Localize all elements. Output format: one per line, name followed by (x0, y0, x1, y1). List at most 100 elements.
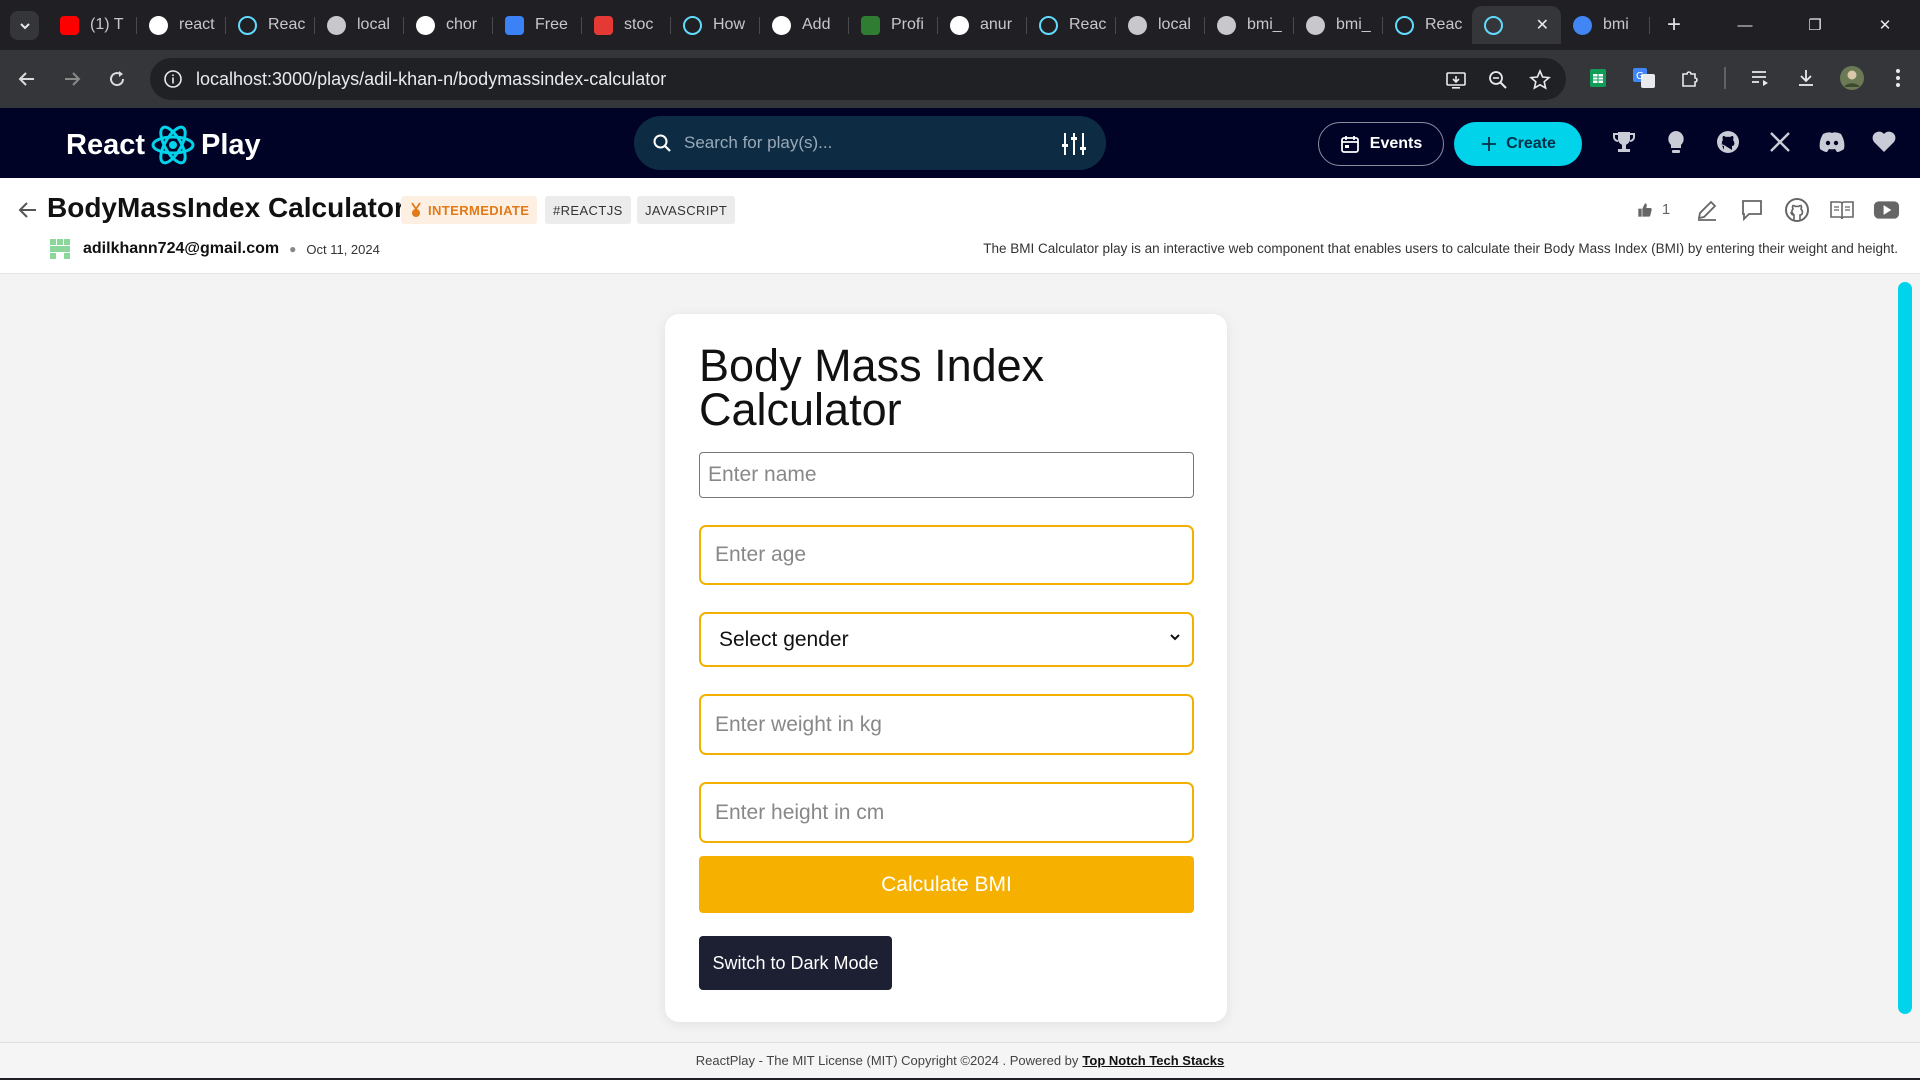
comment-icon[interactable] (1738, 196, 1765, 223)
browser-tab[interactable]: bmi_ (1294, 6, 1383, 44)
github-icon (149, 15, 168, 35)
restore-button[interactable]: ❐ (1780, 0, 1850, 50)
react-icon (1395, 15, 1414, 35)
play-search-bar[interactable]: Search for play(s)... (634, 116, 1106, 170)
browser-tab[interactable]: bmi_ (1205, 6, 1294, 44)
tab-title: bmi_ (1247, 16, 1282, 33)
react-atom-icon (151, 125, 195, 165)
play-title: BodyMassIndex Calculator (47, 192, 405, 223)
author-info: adilkhann724@gmail.com ● Oct 11, 2024 (47, 236, 380, 262)
age-input[interactable]: Enter age (699, 525, 1194, 585)
scrollbar-thumb[interactable] (1898, 282, 1912, 1014)
close-tab-icon[interactable]: ✕ (1536, 15, 1549, 35)
browser-tab[interactable]: ✕ (1472, 6, 1561, 44)
globe-icon (1128, 15, 1147, 35)
browser-tab[interactable]: bmi (1561, 6, 1650, 44)
browser-tab[interactable]: local (1116, 6, 1205, 44)
browser-tab[interactable]: Reac (1027, 6, 1116, 44)
height-placeholder: Enter height in cm (715, 800, 885, 824)
browser-tab[interactable]: Add (760, 6, 849, 44)
install-app-icon[interactable] (1444, 68, 1468, 92)
tag-badge[interactable]: JAVASCRIPT (637, 196, 736, 224)
publish-date: Oct 11, 2024 (306, 241, 380, 257)
browser-tab[interactable]: anur (938, 6, 1027, 44)
gender-select[interactable]: Select gender (699, 612, 1194, 667)
back-button[interactable] (12, 64, 42, 94)
github-source-icon[interactable] (1783, 196, 1810, 223)
reload-icon (110, 71, 125, 87)
age-placeholder: Enter age (715, 543, 807, 566)
heart-icon[interactable] (1870, 128, 1898, 156)
back-arrow-icon[interactable] (16, 198, 40, 222)
browser-tab[interactable]: Profi (849, 6, 938, 44)
close-window-button[interactable]: ✕ (1850, 0, 1920, 50)
height-input[interactable]: Enter height in cm (699, 782, 1194, 843)
discord-icon[interactable] (1818, 128, 1846, 156)
zoom-icon[interactable] (1486, 68, 1510, 92)
browser-tab[interactable]: local (315, 6, 404, 44)
filter-sliders-icon[interactable] (1060, 130, 1088, 158)
tab-title: bmi_ (1336, 16, 1371, 33)
google-icon (1573, 15, 1592, 35)
browser-tab[interactable]: How (671, 6, 760, 44)
profile-avatar-icon[interactable] (1838, 64, 1866, 92)
footer-text: ReactPlay - The MIT License (MIT) Copyri… (695, 1053, 1079, 1068)
new-tab-button[interactable]: + (1656, 7, 1692, 43)
youtube-video-icon[interactable] (1873, 196, 1900, 223)
minimize-button[interactable]: — (1710, 0, 1780, 50)
sheets-extension-icon[interactable] (1584, 64, 1612, 92)
extensions-puzzle-icon[interactable] (1676, 64, 1704, 92)
bookmark-star-icon[interactable] (1528, 68, 1552, 92)
browser-tab[interactable]: chor (404, 6, 493, 44)
reload-button[interactable] (102, 64, 132, 94)
weight-input[interactable]: Enter weight in kg (699, 694, 1194, 755)
browser-tab[interactable]: Reac (226, 6, 315, 44)
browser-tab[interactable]: stoc (582, 6, 671, 44)
idea-bulb-icon[interactable] (1662, 128, 1690, 156)
address-bar[interactable]: localhost:3000/plays/adil-khan-n/bodymas… (150, 58, 1566, 100)
name-placeholder: Enter name (708, 463, 817, 486)
plus-icon (1482, 137, 1497, 151)
react-icon (1039, 15, 1058, 35)
level-label: INTERMEDIATE (428, 202, 530, 218)
translate-extension-icon[interactable]: G (1630, 64, 1658, 92)
site-info-icon[interactable] (158, 64, 188, 94)
globe-icon (327, 15, 346, 35)
bmi-calculator-card: Body Mass Index Calculator Enter name En… (665, 314, 1227, 1022)
events-button[interactable]: Events (1318, 122, 1444, 166)
edit-pencil-icon[interactable] (1693, 196, 1720, 223)
tab-title: local (357, 16, 390, 33)
download-icon[interactable] (1792, 64, 1820, 92)
tab-title: (1) T (90, 16, 124, 33)
forward-button[interactable] (57, 64, 87, 94)
github-icon[interactable] (1714, 128, 1742, 156)
browser-menu-icon[interactable] (1884, 64, 1912, 92)
browser-tab[interactable]: react (137, 6, 226, 44)
tab-list: (1) T react Reac local chor Free stoc How Add Pro… (48, 6, 1692, 44)
browser-tab[interactable]: (1) T (48, 6, 137, 44)
footer-link[interactable]: Top Notch Tech Stacks (1082, 1053, 1224, 1068)
name-input[interactable]: Enter name (699, 452, 1194, 498)
x-twitter-icon[interactable] (1766, 128, 1794, 156)
events-label: Events (1369, 135, 1423, 152)
profile-icon (861, 15, 880, 35)
author-avatar[interactable] (47, 236, 73, 262)
tab-title: anur (980, 16, 1013, 33)
create-button[interactable]: Create (1454, 122, 1582, 166)
tab-search-button[interactable] (10, 11, 39, 40)
trophy-icon[interactable] (1610, 128, 1638, 156)
browser-tab[interactable]: Reac (1383, 6, 1472, 44)
reactplay-logo[interactable]: React Play (66, 123, 261, 167)
blog-book-icon[interactable] (1828, 196, 1855, 223)
author-name[interactable]: adilkhann724@gmail.com (83, 240, 279, 258)
calculate-bmi-button[interactable]: Calculate BMI (699, 856, 1194, 913)
dark-mode-toggle-button[interactable]: Switch to Dark Mode (699, 936, 892, 990)
separator-dot: ● (289, 242, 297, 256)
media-queue-icon[interactable] (1746, 64, 1774, 92)
toolbar-divider (1724, 67, 1726, 89)
tag-badge[interactable]: #REACTJS (545, 196, 631, 224)
like-button[interactable]: 1 (1637, 196, 1675, 223)
page-footer: ReactPlay - The MIT License (MIT) Copyri… (0, 1042, 1920, 1078)
thumbs-up-icon (1638, 202, 1652, 217)
browser-tab[interactable]: Free (493, 6, 582, 44)
